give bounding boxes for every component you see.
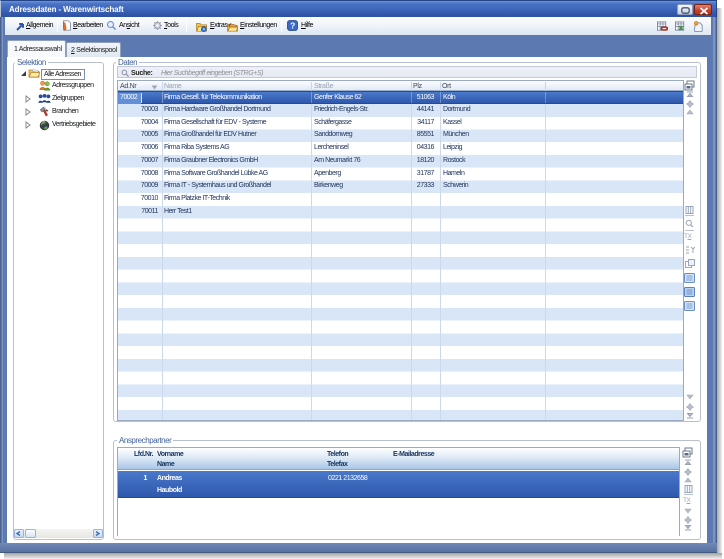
svg-text:?: ? (290, 21, 295, 31)
